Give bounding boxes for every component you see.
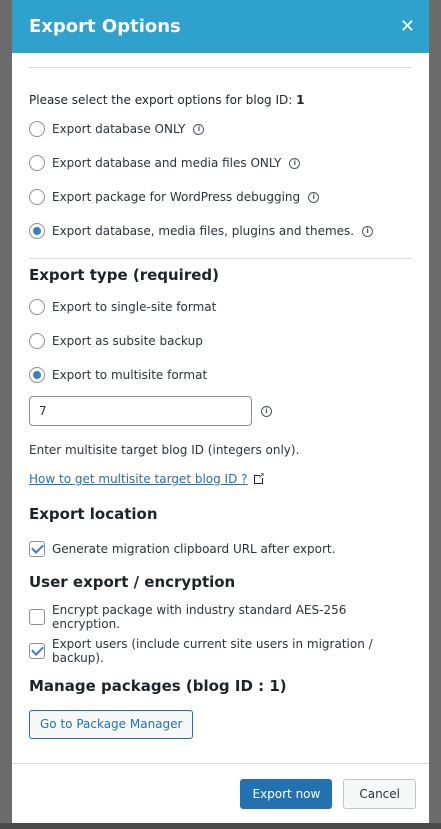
export-type-single-site[interactable]: Export to single-site format (29, 290, 412, 324)
intro-blog-id: 1 (296, 93, 305, 107)
export-option-label: Export package for WordPress debugging (52, 190, 301, 204)
export-type-label: Export to multisite format (52, 368, 208, 382)
clipboard-url-option[interactable]: Generate migration clipboard URL after e… (29, 532, 412, 566)
clipboard-url-label: Generate migration clipboard URL after e… (52, 542, 336, 556)
info-icon[interactable]: i (193, 123, 205, 135)
encrypt-option[interactable]: Encrypt package with industry standard A… (29, 600, 412, 634)
encrypt-label: Encrypt package with industry standard A… (52, 603, 347, 631)
target-blog-id-input[interactable] (29, 396, 252, 426)
export-option-label: Export database, media files, plugins an… (52, 224, 355, 238)
encrypt-checkbox[interactable] (29, 609, 45, 625)
help-link-label: How to get multisite target blog ID ? (29, 472, 248, 486)
radio-multisite[interactable] (29, 367, 45, 383)
info-icon[interactable]: i (289, 157, 301, 169)
radio-single-site[interactable] (29, 299, 45, 315)
manage-packages-heading: Manage packages (blog ID : 1) (29, 677, 287, 695)
export-users-label: Export users (include current site users… (52, 637, 373, 665)
backdrop-right (429, 0, 441, 829)
export-users-checkbox[interactable] (29, 643, 45, 659)
blog-id-help-text: Enter multisite target blog ID (integers… (29, 443, 300, 457)
radio-db-only[interactable] (29, 121, 45, 137)
backdrop-bottom (0, 823, 441, 829)
user-export-heading: User export / encryption (29, 573, 236, 591)
radio-full[interactable] (29, 223, 45, 239)
export-type-label: Export to single-site format (52, 300, 217, 314)
clipboard-url-checkbox[interactable] (29, 541, 45, 557)
info-icon[interactable]: i (308, 191, 320, 203)
cancel-button[interactable]: Cancel (343, 778, 416, 809)
close-icon[interactable]: ✕ (400, 17, 415, 36)
info-icon[interactable]: i (362, 225, 374, 237)
export-type-multisite[interactable]: Export to multisite format (29, 358, 412, 392)
export-type-heading: Export type (required) (29, 266, 219, 284)
export-options-modal: Export Options ✕ Please select the expor… (12, 0, 429, 823)
modal-footer: Export now Cancel (12, 763, 429, 823)
package-manager-button[interactable]: Go to Package Manager (29, 710, 194, 739)
divider (29, 258, 412, 259)
radio-subsite-backup[interactable] (29, 333, 45, 349)
modal-title: Export Options (29, 16, 181, 37)
export-type-label: Export as subsite backup (52, 334, 203, 348)
intro-label: Please select the export options for blo… (29, 93, 297, 107)
export-option-label: Export database and media files ONLY (52, 156, 282, 170)
radio-db-media[interactable] (29, 155, 45, 171)
export-option-db-media[interactable]: Export database and media files ONLY i (29, 146, 412, 180)
export-option-full[interactable]: Export database, media files, plugins an… (29, 214, 412, 248)
export-now-button[interactable]: Export now (240, 778, 333, 809)
export-location-heading: Export location (29, 505, 158, 523)
radio-debug[interactable] (29, 189, 45, 205)
export-option-db-only[interactable]: Export database ONLY i (29, 112, 412, 146)
info-icon[interactable]: i (261, 405, 272, 417)
export-users-option[interactable]: Export users (include current site users… (29, 634, 412, 668)
divider (29, 67, 412, 68)
export-type-subsite-backup[interactable]: Export as subsite backup (29, 324, 412, 358)
modal-header: Export Options ✕ (12, 0, 429, 53)
export-option-debug[interactable]: Export package for WordPress debugging i (29, 180, 412, 214)
blog-id-help-link[interactable]: How to get multisite target blog ID ? ↗ (29, 471, 265, 486)
intro-text: Please select the export options for blo… (29, 93, 412, 107)
help-link-row: How to get multisite target blog ID ? ↗ (29, 468, 412, 487)
blog-id-row: i (29, 396, 412, 426)
external-link-icon: ↗ (253, 471, 265, 484)
modal-body: Please select the export options for blo… (12, 53, 429, 739)
export-option-label: Export database ONLY (52, 122, 186, 136)
backdrop-left (0, 0, 12, 829)
